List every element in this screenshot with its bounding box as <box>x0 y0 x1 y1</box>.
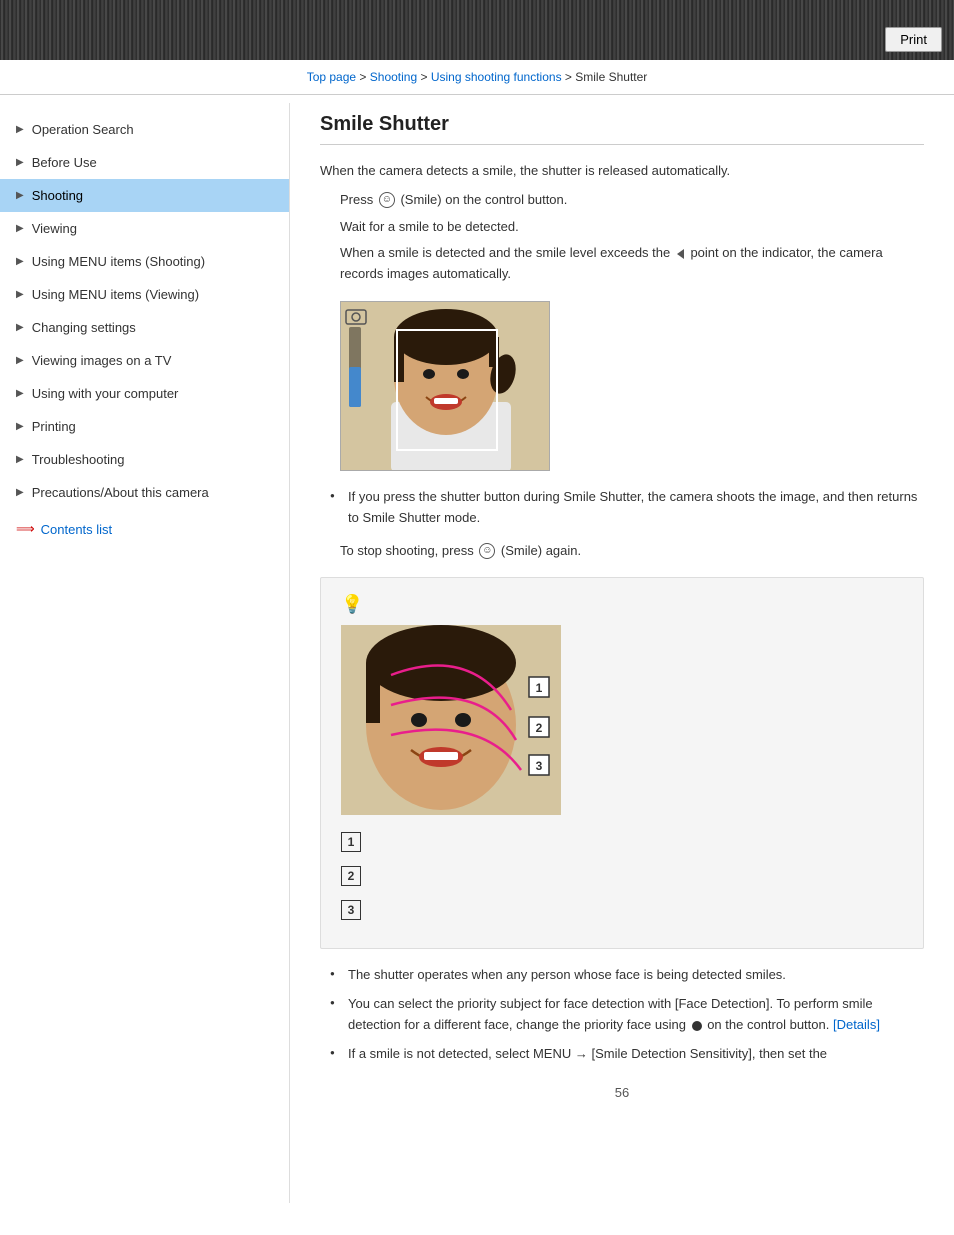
contents-list-link[interactable]: ⟹ Contents list <box>0 509 289 549</box>
sidebar-label: Using MENU items (Shooting) <box>32 254 205 269</box>
step3-text: When a smile is detected and the smile l… <box>340 243 924 285</box>
print-button[interactable]: Print <box>885 27 942 52</box>
sidebar-label: Precautions/About this camera <box>32 485 209 500</box>
number-row-2: 2 <box>341 864 903 886</box>
sidebar-label: Printing <box>32 419 76 434</box>
sidebar-label: Before Use <box>32 155 97 170</box>
breadcrumb-top-page[interactable]: Top page <box>307 70 356 84</box>
tip-box: 💡 <box>320 577 924 949</box>
notes-section: ● The shutter operates when any person w… <box>320 965 924 1064</box>
notes-bullet-list: ● The shutter operates when any person w… <box>330 965 924 1064</box>
arrow-icon: ▶ <box>16 157 24 168</box>
arrow-icon: ▶ <box>16 454 24 465</box>
sidebar-label: Using MENU items (Viewing) <box>32 287 199 302</box>
sidebar-item-using-computer[interactable]: ▶ Using with your computer <box>0 377 289 410</box>
note-item-2: ● You can select the priority subject fo… <box>330 994 924 1036</box>
sidebar-item-viewing-tv[interactable]: ▶ Viewing images on a TV <box>0 344 289 377</box>
bullet-dot-1: ● <box>330 490 348 503</box>
bullet-list: ● If you press the shutter button during… <box>330 487 924 529</box>
bullet-dot-note1: ● <box>330 968 348 981</box>
breadcrumb-sep2: > <box>420 70 430 84</box>
main-content: Smile Shutter When the camera detects a … <box>290 103 954 1203</box>
sidebar-label: Using with your computer <box>32 386 179 401</box>
note-text-2: You can select the priority subject for … <box>348 994 924 1036</box>
arrow-icon: ▶ <box>16 421 24 432</box>
sidebar-label: Viewing <box>32 221 77 236</box>
svg-text:1: 1 <box>536 681 543 695</box>
number-box-2: 2 <box>341 866 361 886</box>
note-item-1: ● The shutter operates when any person w… <box>330 965 924 986</box>
camera-image <box>340 301 550 471</box>
note-text-3: If a smile is not detected, select MENU … <box>348 1044 827 1065</box>
sidebar-item-troubleshooting[interactable]: ▶ Troubleshooting <box>0 443 289 476</box>
arrow-icon: ▶ <box>16 190 24 201</box>
sidebar-label: Operation Search <box>32 122 134 137</box>
note-text-1: The shutter operates when any person who… <box>348 965 786 986</box>
tip-lightbulb-icon: 💡 <box>341 594 903 615</box>
diagram-svg: 1 2 3 <box>341 625 561 815</box>
sidebar-label: Viewing images on a TV <box>32 353 172 368</box>
sidebar-item-viewing[interactable]: ▶ Viewing <box>0 212 289 245</box>
breadcrumb-using-shooting-functions[interactable]: Using shooting functions <box>431 70 562 84</box>
bullet-text-1: If you press the shutter button during S… <box>348 487 924 529</box>
page-title: Smile Shutter <box>320 113 924 145</box>
number-box-1: 1 <box>341 832 361 852</box>
page-layout: ▶ Operation Search ▶ Before Use ▶ Shooti… <box>0 103 954 1203</box>
smile-icon-2: ☺ <box>479 543 495 559</box>
step1-text: Press ☺ (Smile) on the control button. <box>340 190 924 211</box>
svg-text:3: 3 <box>536 759 543 773</box>
arrow-icon: ▶ <box>16 124 24 135</box>
sidebar-item-shooting[interactable]: ▶ Shooting <box>0 179 289 212</box>
sidebar-label: Changing settings <box>32 320 136 335</box>
sidebar-label: Shooting <box>32 188 83 203</box>
arrow-icon: ▶ <box>16 487 24 498</box>
sidebar-item-using-menu-viewing[interactable]: ▶ Using MENU items (Viewing) <box>0 278 289 311</box>
breadcrumb-smile-shutter: Smile Shutter <box>575 70 647 84</box>
bullet-item-1: ● If you press the shutter button during… <box>330 487 924 529</box>
bullet-dot-note2: ● <box>330 997 348 1010</box>
child-photo-svg <box>341 302 550 471</box>
bullet-dot-note3: ● <box>330 1047 348 1060</box>
contents-list-label: Contents list <box>41 522 113 537</box>
circle-icon <box>692 1021 702 1031</box>
intro-text: When the camera detects a smile, the shu… <box>320 161 924 182</box>
child-face-photo <box>341 302 549 470</box>
sidebar-item-operation-search[interactable]: ▶ Operation Search <box>0 113 289 146</box>
diagram-container: 1 2 3 <box>341 625 561 818</box>
breadcrumb: Top page > Shooting > Using shooting fun… <box>0 60 954 95</box>
sidebar-item-precautions[interactable]: ▶ Precautions/About this camera <box>0 476 289 509</box>
arrow-icon: ▶ <box>16 322 24 333</box>
breadcrumb-shooting[interactable]: Shooting <box>370 70 417 84</box>
svg-text:2: 2 <box>536 721 543 735</box>
number-box-3: 3 <box>341 900 361 920</box>
sidebar-item-before-use[interactable]: ▶ Before Use <box>0 146 289 179</box>
arrow-icon: ▶ <box>16 355 24 366</box>
sidebar: ▶ Operation Search ▶ Before Use ▶ Shooti… <box>0 103 290 1203</box>
details-link[interactable]: [Details] <box>833 1017 880 1032</box>
breadcrumb-sep1: > <box>359 70 369 84</box>
contents-list-arrow-icon: ⟹ <box>16 521 35 537</box>
arrow-icon: ▶ <box>16 256 24 267</box>
smile-icon-1: ☺ <box>379 192 395 208</box>
number-row-3: 3 <box>341 898 903 920</box>
arrow-icon: ▶ <box>16 289 24 300</box>
number-row-1: 1 <box>341 830 903 852</box>
arrow-icon: ▶ <box>16 223 24 234</box>
arrow-icon: ▶ <box>16 388 24 399</box>
sidebar-item-using-menu-shooting[interactable]: ▶ Using MENU items (Shooting) <box>0 245 289 278</box>
sidebar-item-changing-settings[interactable]: ▶ Changing settings <box>0 311 289 344</box>
triangle-indicator <box>677 249 684 259</box>
sidebar-item-printing[interactable]: ▶ Printing <box>0 410 289 443</box>
stop-shooting-text: To stop shooting, press ☺ (Smile) again. <box>340 541 924 562</box>
page-number: 56 <box>320 1085 924 1100</box>
step2-text: Wait for a smile to be detected. <box>340 217 924 238</box>
sidebar-label: Troubleshooting <box>32 452 125 467</box>
breadcrumb-sep3: > <box>565 70 575 84</box>
note-item-3: ● If a smile is not detected, select MEN… <box>330 1044 924 1065</box>
header-bar: Print <box>0 0 954 60</box>
